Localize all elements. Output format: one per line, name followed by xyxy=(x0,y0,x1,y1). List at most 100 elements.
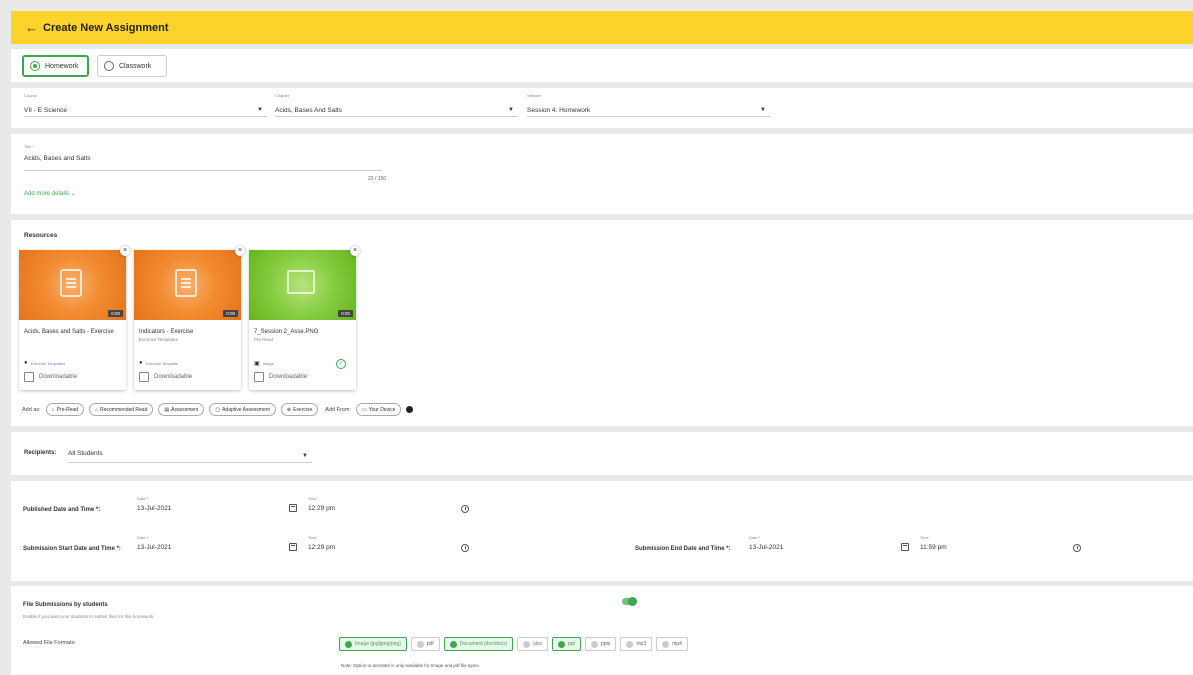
homework-option[interactable]: Homework xyxy=(22,55,89,77)
add-more-details-link[interactable]: Add more details ⌄ xyxy=(24,190,76,197)
start-date-input[interactable]: Date * 13-Jul-2021 xyxy=(137,535,301,557)
radio-unselected-icon xyxy=(104,61,114,71)
calendar-icon[interactable] xyxy=(901,543,909,551)
chevron-down-icon: ▼ xyxy=(760,107,766,113)
session-value: Session 4: Homework xyxy=(527,107,591,114)
published-label: Published Date and Time *: xyxy=(23,507,101,513)
page: ← Create New Assignment Homework Classwo… xyxy=(0,0,1193,675)
header-bar: ← Create New Assignment xyxy=(11,11,1193,44)
downloadable-checkbox[interactable]: Downloadable xyxy=(24,372,77,382)
chevron-down-icon: ▼ xyxy=(508,107,514,113)
resources-heading: Resources xyxy=(24,232,58,239)
formats-label: Allowed File Formats: xyxy=(23,640,76,646)
image-icon xyxy=(287,270,315,294)
session-label: Session xyxy=(527,93,542,98)
chevron-down-icon: ▼ xyxy=(257,107,263,113)
file-submissions-subtitle: Enable if you want your students to subm… xyxy=(23,614,154,619)
template-icon: ● xyxy=(139,360,143,366)
resource-title: 7_Session 2_Asse.PNG xyxy=(254,329,319,335)
resource-title: Indicators - Exercise xyxy=(139,329,194,335)
clock-icon[interactable] xyxy=(1073,544,1081,552)
resource-thumbnail: 0:00 xyxy=(19,250,126,320)
downloadable-checkbox[interactable]: Downloadable xyxy=(139,372,192,382)
calendar-icon[interactable] xyxy=(289,504,297,512)
close-icon[interactable]: × xyxy=(120,246,130,256)
file-submissions-title: File Submissions by students xyxy=(23,602,108,608)
format-mp3[interactable]: mp3 xyxy=(620,637,653,651)
format-mp4[interactable]: mp4 xyxy=(656,637,688,651)
resource-type: ● Exercise Template xyxy=(139,360,179,366)
duration-badge: 0:00 xyxy=(338,310,353,317)
chapter-label: Chapter xyxy=(275,93,290,98)
add-from-label: Add From: xyxy=(325,406,351,413)
close-icon[interactable]: × xyxy=(350,246,360,256)
format-pptx[interactable]: pptx xyxy=(584,637,617,651)
title-value: Acids, Bases and Salts xyxy=(24,155,91,162)
title-input[interactable]: Title * Acids, Bases and Salts xyxy=(24,144,382,171)
recipients-label: Recipients: xyxy=(24,450,57,456)
duration-badge: 0:00 xyxy=(223,310,238,317)
title-panel: Title * Acids, Bases and Salts 22 / 150 … xyxy=(11,134,1193,214)
title-char-counter: 22 / 150 xyxy=(368,176,387,182)
resource-card[interactable]: 0:00 × Acids, Bases and Salts - Exercise… xyxy=(19,246,130,390)
chevron-down-icon: ▼ xyxy=(302,453,308,459)
end-time-input[interactable]: Time 11:59 pm xyxy=(920,535,1084,557)
resource-card[interactable]: 0:00 × 7_Session 2_Asse.PNG Pre Read ▣ Im… xyxy=(249,246,360,390)
submission-end-label: Submission End Date and Time *: xyxy=(635,546,731,552)
info-icon[interactable] xyxy=(406,406,414,413)
add-adaptive-assessment-chip[interactable]: ▢ Adaptive Assessment xyxy=(209,403,276,416)
clock-icon[interactable] xyxy=(461,544,469,552)
add-assessment-chip[interactable]: ▤ Assessment xyxy=(158,403,205,416)
document-icon xyxy=(60,269,82,297)
your-device-chip[interactable]: ▭ Your Device xyxy=(355,403,402,416)
course-panel: Course VII - E Science ▼ Chapter Acids, … xyxy=(11,88,1193,128)
resource-subtitle: Pre Read xyxy=(254,337,274,342)
back-arrow-icon[interactable]: ← xyxy=(25,20,38,35)
add-pre-read-chip[interactable]: ⌂ Pre-Read xyxy=(45,403,85,416)
add-as-label: Add as: xyxy=(22,406,41,413)
chapter-value: Acids, Bases And Salts xyxy=(275,107,342,114)
resource-subtitle: Exercise Templates xyxy=(139,337,178,342)
session-select[interactable]: Session Session 4: Homework ▼ xyxy=(527,93,770,117)
resources-panel: Resources 0:00 × Acids, Bases and Salts … xyxy=(11,220,1193,426)
resource-type: ● Exercise Templates xyxy=(24,360,66,366)
check-circle-icon: ✓ xyxy=(336,359,346,369)
format-xlsx[interactable]: xlsx xyxy=(517,637,548,651)
course-value: VII - E Science xyxy=(24,107,67,114)
calendar-icon[interactable] xyxy=(289,543,297,551)
end-date-input[interactable]: Date * 13-Jul-2021 xyxy=(749,535,913,557)
published-date-input[interactable]: Date * 13-Jul-2021 xyxy=(137,496,301,518)
format-image[interactable]: Image (jpg/jpeg/png) xyxy=(339,637,407,651)
downloadable-checkbox[interactable]: Downloadable xyxy=(254,372,307,382)
resource-type: ▣ Image xyxy=(254,361,274,367)
check-circle-icon xyxy=(557,640,565,648)
page-title: Create New Assignment xyxy=(43,21,169,34)
file-submissions-toggle[interactable] xyxy=(622,597,637,606)
resource-title: Acids, Bases and Salts - Exercise xyxy=(24,329,114,335)
dates-panel: Published Date and Time *: Date * 13-Jul… xyxy=(11,481,1193,581)
recipients-panel: Recipients: All Students ▼ xyxy=(11,432,1193,475)
image-type-icon: ▣ xyxy=(254,361,260,367)
template-icon: ● xyxy=(24,360,28,366)
course-select[interactable]: Course VII - E Science ▼ xyxy=(24,93,267,117)
start-time-input[interactable]: Time 12:29 pm xyxy=(308,535,472,557)
format-ppt[interactable]: ppt xyxy=(551,637,581,651)
format-pdf[interactable]: pdf xyxy=(410,637,440,651)
recipients-select[interactable]: All Students ▼ xyxy=(68,443,312,463)
format-document[interactable]: Document (doc/docx) xyxy=(443,637,514,651)
clock-icon[interactable] xyxy=(461,505,469,513)
resource-card[interactable]: 0:00 × Indicators - Exercise Exercise Te… xyxy=(134,246,245,390)
submission-start-label: Submission Start Date and Time *: xyxy=(23,546,121,552)
add-as-bar: Add as: ⌂ Pre-Read ⌂ Recommended Read ▤ Ass… xyxy=(22,403,414,416)
add-exercise-chip[interactable]: ⊕ Exercise xyxy=(280,403,319,416)
close-icon[interactable]: × xyxy=(235,246,245,256)
file-formats-list: Image (jpg/jpeg/png) pdf Document (doc/d… xyxy=(339,637,692,651)
document-icon xyxy=(175,269,197,297)
resource-thumbnail: 0:00 xyxy=(134,250,241,320)
title-label: Title * xyxy=(24,144,35,149)
published-time-input[interactable]: Time 12:29 pm xyxy=(308,496,472,518)
add-recommended-read-chip[interactable]: ⌂ Recommended Read xyxy=(89,403,154,416)
classwork-option[interactable]: Classwork xyxy=(97,55,167,77)
check-circle-icon xyxy=(345,640,352,648)
chapter-select[interactable]: Chapter Acids, Bases And Salts ▼ xyxy=(275,93,518,117)
